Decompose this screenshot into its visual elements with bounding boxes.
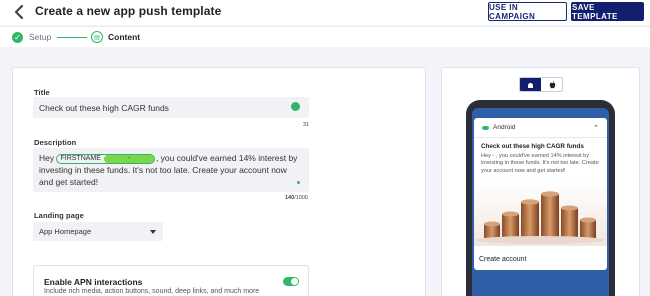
landing-page-select[interactable]: App Homepage: [33, 222, 163, 241]
notification-body: Hey - , you could've earned 14% interest…: [481, 153, 599, 174]
android-robot-icon: [482, 126, 489, 130]
title-label: Title: [34, 88, 50, 97]
apn-toggle[interactable]: [283, 277, 299, 286]
personalization-chip[interactable]: FIRSTNAME -: [56, 154, 155, 164]
step-progress: ✓ Setup ▤ Content: [0, 26, 650, 47]
notification-cta-button[interactable]: Create account: [479, 256, 526, 263]
status-dot-icon: [297, 181, 300, 184]
step-content-icon: ▤: [91, 31, 103, 43]
chip-value: -: [103, 155, 154, 163]
description-value: Hey FIRSTNAME -, you could've earned 14% …: [39, 153, 298, 187]
phone-screen: Android ⌃ Check out these high CAGR fund…: [472, 108, 609, 296]
title-input[interactable]: Check out these high CAGR funds: [33, 97, 309, 118]
apple-icon: [549, 81, 556, 89]
notification-app-name: Android: [493, 124, 516, 131]
android-icon: [528, 83, 533, 88]
chevron-up-icon[interactable]: ⌃: [593, 124, 599, 132]
step-content[interactable]: Content: [108, 32, 140, 42]
notification-header: Android ⌃: [474, 118, 607, 138]
caret-down-icon: [150, 230, 156, 234]
step-connector: [57, 37, 87, 38]
back-arrow-icon[interactable]: [12, 4, 26, 20]
description-char-counter: 140/1000: [285, 195, 308, 201]
apn-title: Enable APN interactions: [44, 277, 143, 287]
notification-preview: Android ⌃ Check out these high CAGR fund…: [474, 118, 607, 270]
grammar-check-icon[interactable]: [291, 102, 300, 111]
landing-page-label: Landing page: [34, 211, 84, 220]
title-input-value: Check out these high CAGR funds: [39, 103, 169, 113]
ios-tab[interactable]: [542, 78, 562, 91]
top-header: Create a new app push template USE IN CA…: [0, 0, 650, 25]
check-icon: ✓: [12, 32, 23, 43]
use-in-campaign-button[interactable]: USE IN CAMPAIGN: [488, 2, 567, 21]
toggle-knob: [291, 278, 298, 285]
step-setup[interactable]: Setup: [29, 32, 51, 42]
save-template-button[interactable]: SAVE TEMPLATE: [571, 2, 644, 21]
title-char-counter: 31: [303, 122, 310, 128]
page-title: Create a new app push template: [35, 4, 222, 18]
phone-mockup: Android ⌃ Check out these high CAGR fund…: [466, 100, 615, 296]
landing-page-value: App Homepage: [39, 227, 92, 236]
coins-stack-image: [474, 182, 607, 246]
platform-switch: [519, 77, 563, 92]
notification-title: Check out these high CAGR funds: [481, 143, 584, 150]
android-tab[interactable]: [520, 78, 541, 91]
description-label: Description: [34, 138, 77, 147]
apn-interactions-card: Enable APN interactions Include rich med…: [33, 265, 309, 296]
description-textarea[interactable]: Hey FIRSTNAME -, you could've earned 14% …: [33, 148, 309, 192]
apn-subtitle: Include rich media, action buttons, soun…: [44, 288, 260, 295]
